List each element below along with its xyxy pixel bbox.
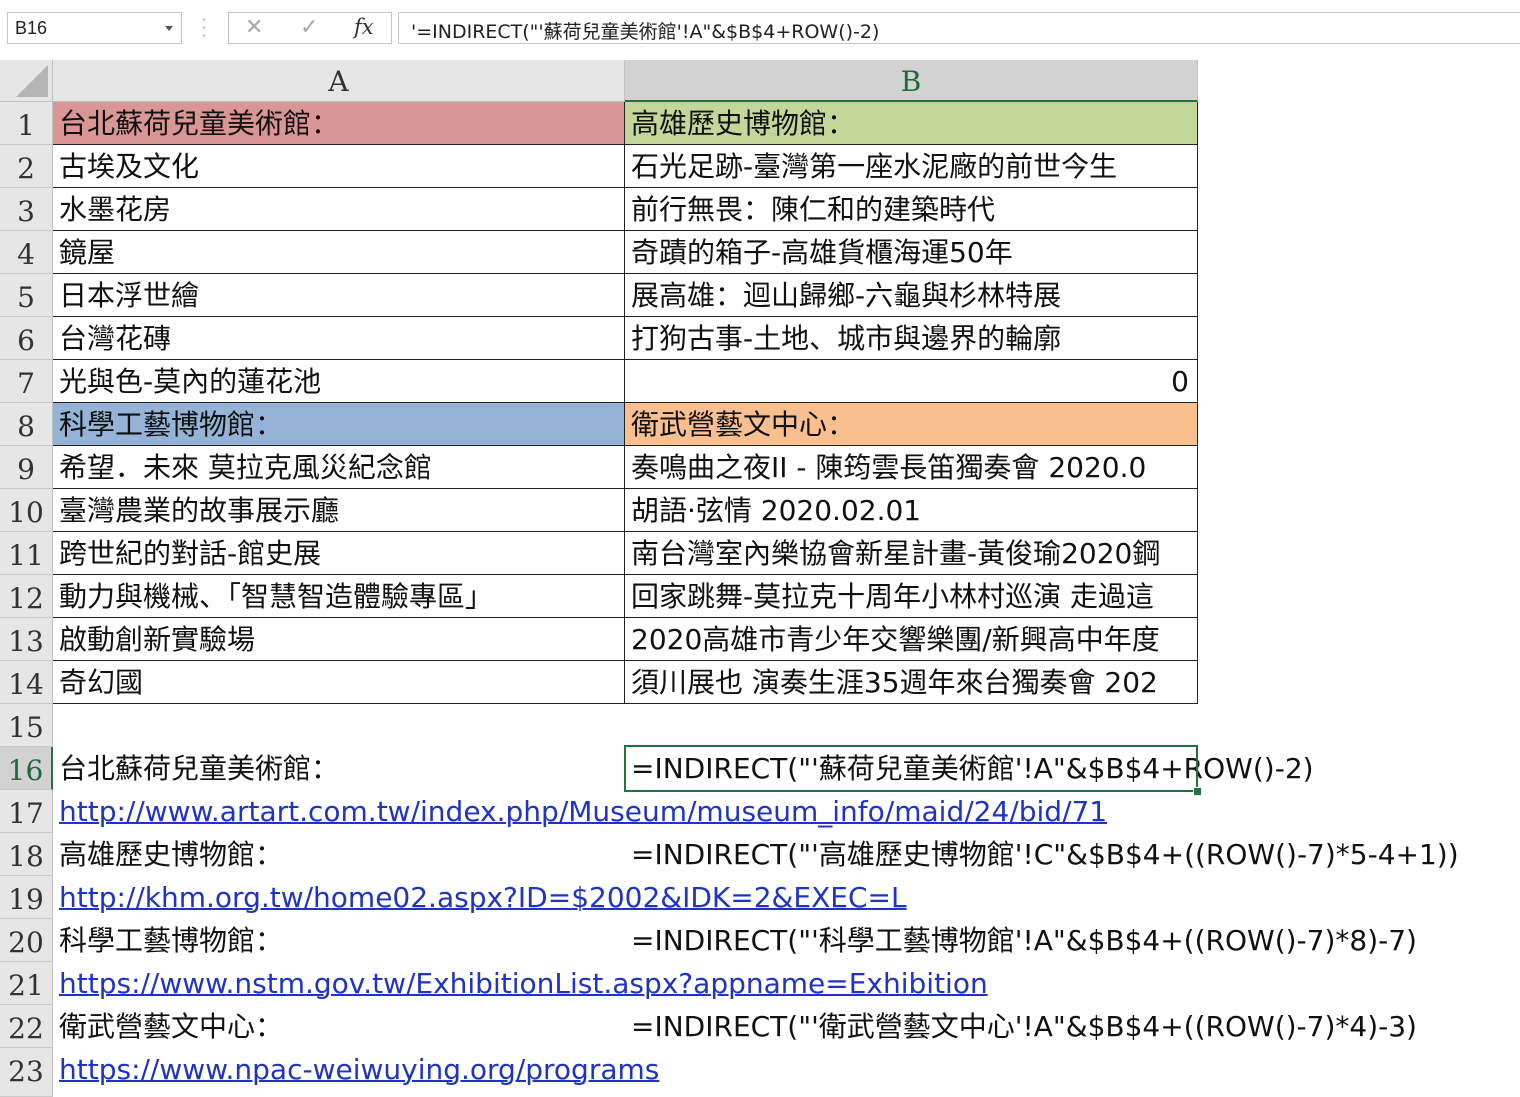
row-header-19[interactable]: 19 [0,876,53,919]
cell-a4[interactable]: 鏡屋 [53,231,625,274]
column-header-empty-area [1198,60,1520,102]
cell-a12[interactable]: 動力與機械、「智慧智造體驗專區」 [53,575,625,618]
cell-b9[interactable]: 奏鳴曲之夜II - 陳筠雲長笛獨奏會 2020.0 [625,446,1198,489]
more-dots-icon: · · · [201,11,207,45]
cell-a16[interactable]: 台北蘇荷兒童美術館： [53,747,625,790]
row-header-4[interactable]: 4 [0,231,53,274]
row-header-12[interactable]: 12 [0,575,53,618]
row-header-14[interactable]: 14 [0,661,53,704]
cell-b10[interactable]: 胡語·弦情 2020.02.01 [625,489,1198,532]
cell-b6[interactable]: 打狗古事-土地、城市與邊界的輪廓 [625,317,1198,360]
cell-b3[interactable]: 前行無畏：陳仁和的建築時代 [625,188,1198,231]
cell-a14[interactable]: 奇幻國 [53,661,625,704]
row-header-11[interactable]: 11 [0,532,53,575]
cell-a5[interactable]: 日本浮世繪 [53,274,625,317]
cell-a7[interactable]: 光與色-莫內的蓮花池 [53,360,625,403]
row-header-6[interactable]: 6 [0,317,53,360]
cell-b20[interactable]: =INDIRECT("'科學工藝博物館'!A"&$B$4+((ROW()-7)*… [625,919,1505,962]
name-box[interactable]: B16 [7,12,182,44]
row-header-5[interactable]: 5 [0,274,53,317]
cell-b18[interactable]: =INDIRECT("'高雄歷史博物館'!C"&$B$4+((ROW()-7)*… [625,833,1505,876]
cell-a6[interactable]: 台灣花磚 [53,317,625,360]
row-header-17[interactable]: 17 [0,790,53,833]
row-header-1[interactable]: 1 [0,102,53,145]
cell-b22[interactable]: =INDIRECT("'衛武營藝文中心'!A"&$B$4+((ROW()-7)*… [625,1005,1505,1048]
cell-a22[interactable]: 衛武營藝文中心： [53,1005,625,1048]
row-header-10[interactable]: 10 [0,489,53,532]
row-header-23[interactable]: 23 [0,1048,53,1097]
row-header-7[interactable]: 7 [0,360,53,403]
cancel-icon[interactable]: ✕ [245,15,263,40]
cell-b7[interactable]: 0 [625,360,1198,403]
row-header-15[interactable]: 15 [0,704,53,747]
cell-a11[interactable]: 跨世紀的對話-館史展 [53,532,625,575]
formula-buttons: ✕ ✓ fx [228,12,392,44]
cell-a19-link[interactable]: http://khm.org.tw/home02.aspx?ID=$2002&I… [53,876,953,919]
cell-b13[interactable]: 2020高雄市青少年交響樂團/新興高中年度 [625,618,1198,661]
cell-a17-link[interactable]: http://www.artart.com.tw/index.php/Museu… [53,790,1193,833]
formula-input[interactable]: '=INDIRECT("'蘇荷兒童美術館'!A"&$B$4+ROW()-2) [398,12,1520,44]
cell-b8[interactable]: 衛武營藝文中心： [625,403,1198,446]
cell-a2[interactable]: 古埃及文化 [53,145,625,188]
cell-a8[interactable]: 科學工藝博物館： [53,403,625,446]
cell-a10[interactable]: 臺灣農業的故事展示廳 [53,489,625,532]
formula-bar: B16 · · · ✕ ✓ fx '=INDIRECT("'蘇荷兒童美術館'!A"&… [0,0,1520,60]
select-all-button[interactable] [0,60,53,102]
enter-icon[interactable]: ✓ [300,15,318,40]
cell-b12[interactable]: 回家跳舞-莫拉克十周年小林村巡演 走過這 [625,575,1198,618]
cell-a23-link[interactable]: https://www.npac-weiwuying.org/programs [53,1048,753,1091]
cell-a9[interactable]: 希望．未來 莫拉克風災紀念館 [53,446,625,489]
cell-b4[interactable]: 奇蹟的箱子-高雄貨櫃海運50年 [625,231,1198,274]
cell-a21-link[interactable]: https://www.nstm.gov.tw/ExhibitionList.a… [53,962,1043,1005]
chevron-down-icon[interactable] [165,26,173,31]
row-header-2[interactable]: 2 [0,145,53,188]
row-header-18[interactable]: 18 [0,833,53,876]
cell-a18[interactable]: 高雄歷史博物館： [53,833,625,876]
select-all-triangle-icon [16,65,48,97]
name-box-value: B16 [15,18,48,38]
column-header-b[interactable]: B [625,60,1198,102]
cell-b2[interactable]: 石光足跡-臺灣第一座水泥廠的前世今生 [625,145,1198,188]
column-header-a[interactable]: A [53,60,625,102]
row-header-13[interactable]: 13 [0,618,53,661]
cell-a1[interactable]: 台北蘇荷兒童美術館： [53,102,625,145]
row-header-9[interactable]: 9 [0,446,53,489]
row-header-22[interactable]: 22 [0,1005,53,1048]
cell-b11[interactable]: 南台灣室內樂協會新星計畫-黃俊瑜2020鋼 [625,532,1198,575]
row-header-3[interactable]: 3 [0,188,53,231]
row-header-20[interactable]: 20 [0,919,53,962]
cell-a3[interactable]: 水墨花房 [53,188,625,231]
insert-function-icon[interactable]: fx [354,15,374,39]
row-header-8[interactable]: 8 [0,403,53,446]
fill-handle[interactable] [1193,787,1202,796]
cell-a13[interactable]: 啟動創新實驗場 [53,618,625,661]
row-header-16[interactable]: 16 [0,747,53,790]
cell-b5[interactable]: 展高雄：迴山歸鄉-六龜與杉林特展 [625,274,1198,317]
row-header-21[interactable]: 21 [0,962,53,1005]
cell-b14[interactable]: 須川展也 演奏生涯35週年來台獨奏會 202 [625,661,1198,704]
cell-b1[interactable]: 高雄歷史博物館： [625,102,1198,145]
active-cell-border [624,745,1198,792]
formula-text: '=INDIRECT("'蘇荷兒童美術館'!A"&$B$4+ROW()-2) [411,21,880,43]
cell-a20[interactable]: 科學工藝博物館： [53,919,625,962]
